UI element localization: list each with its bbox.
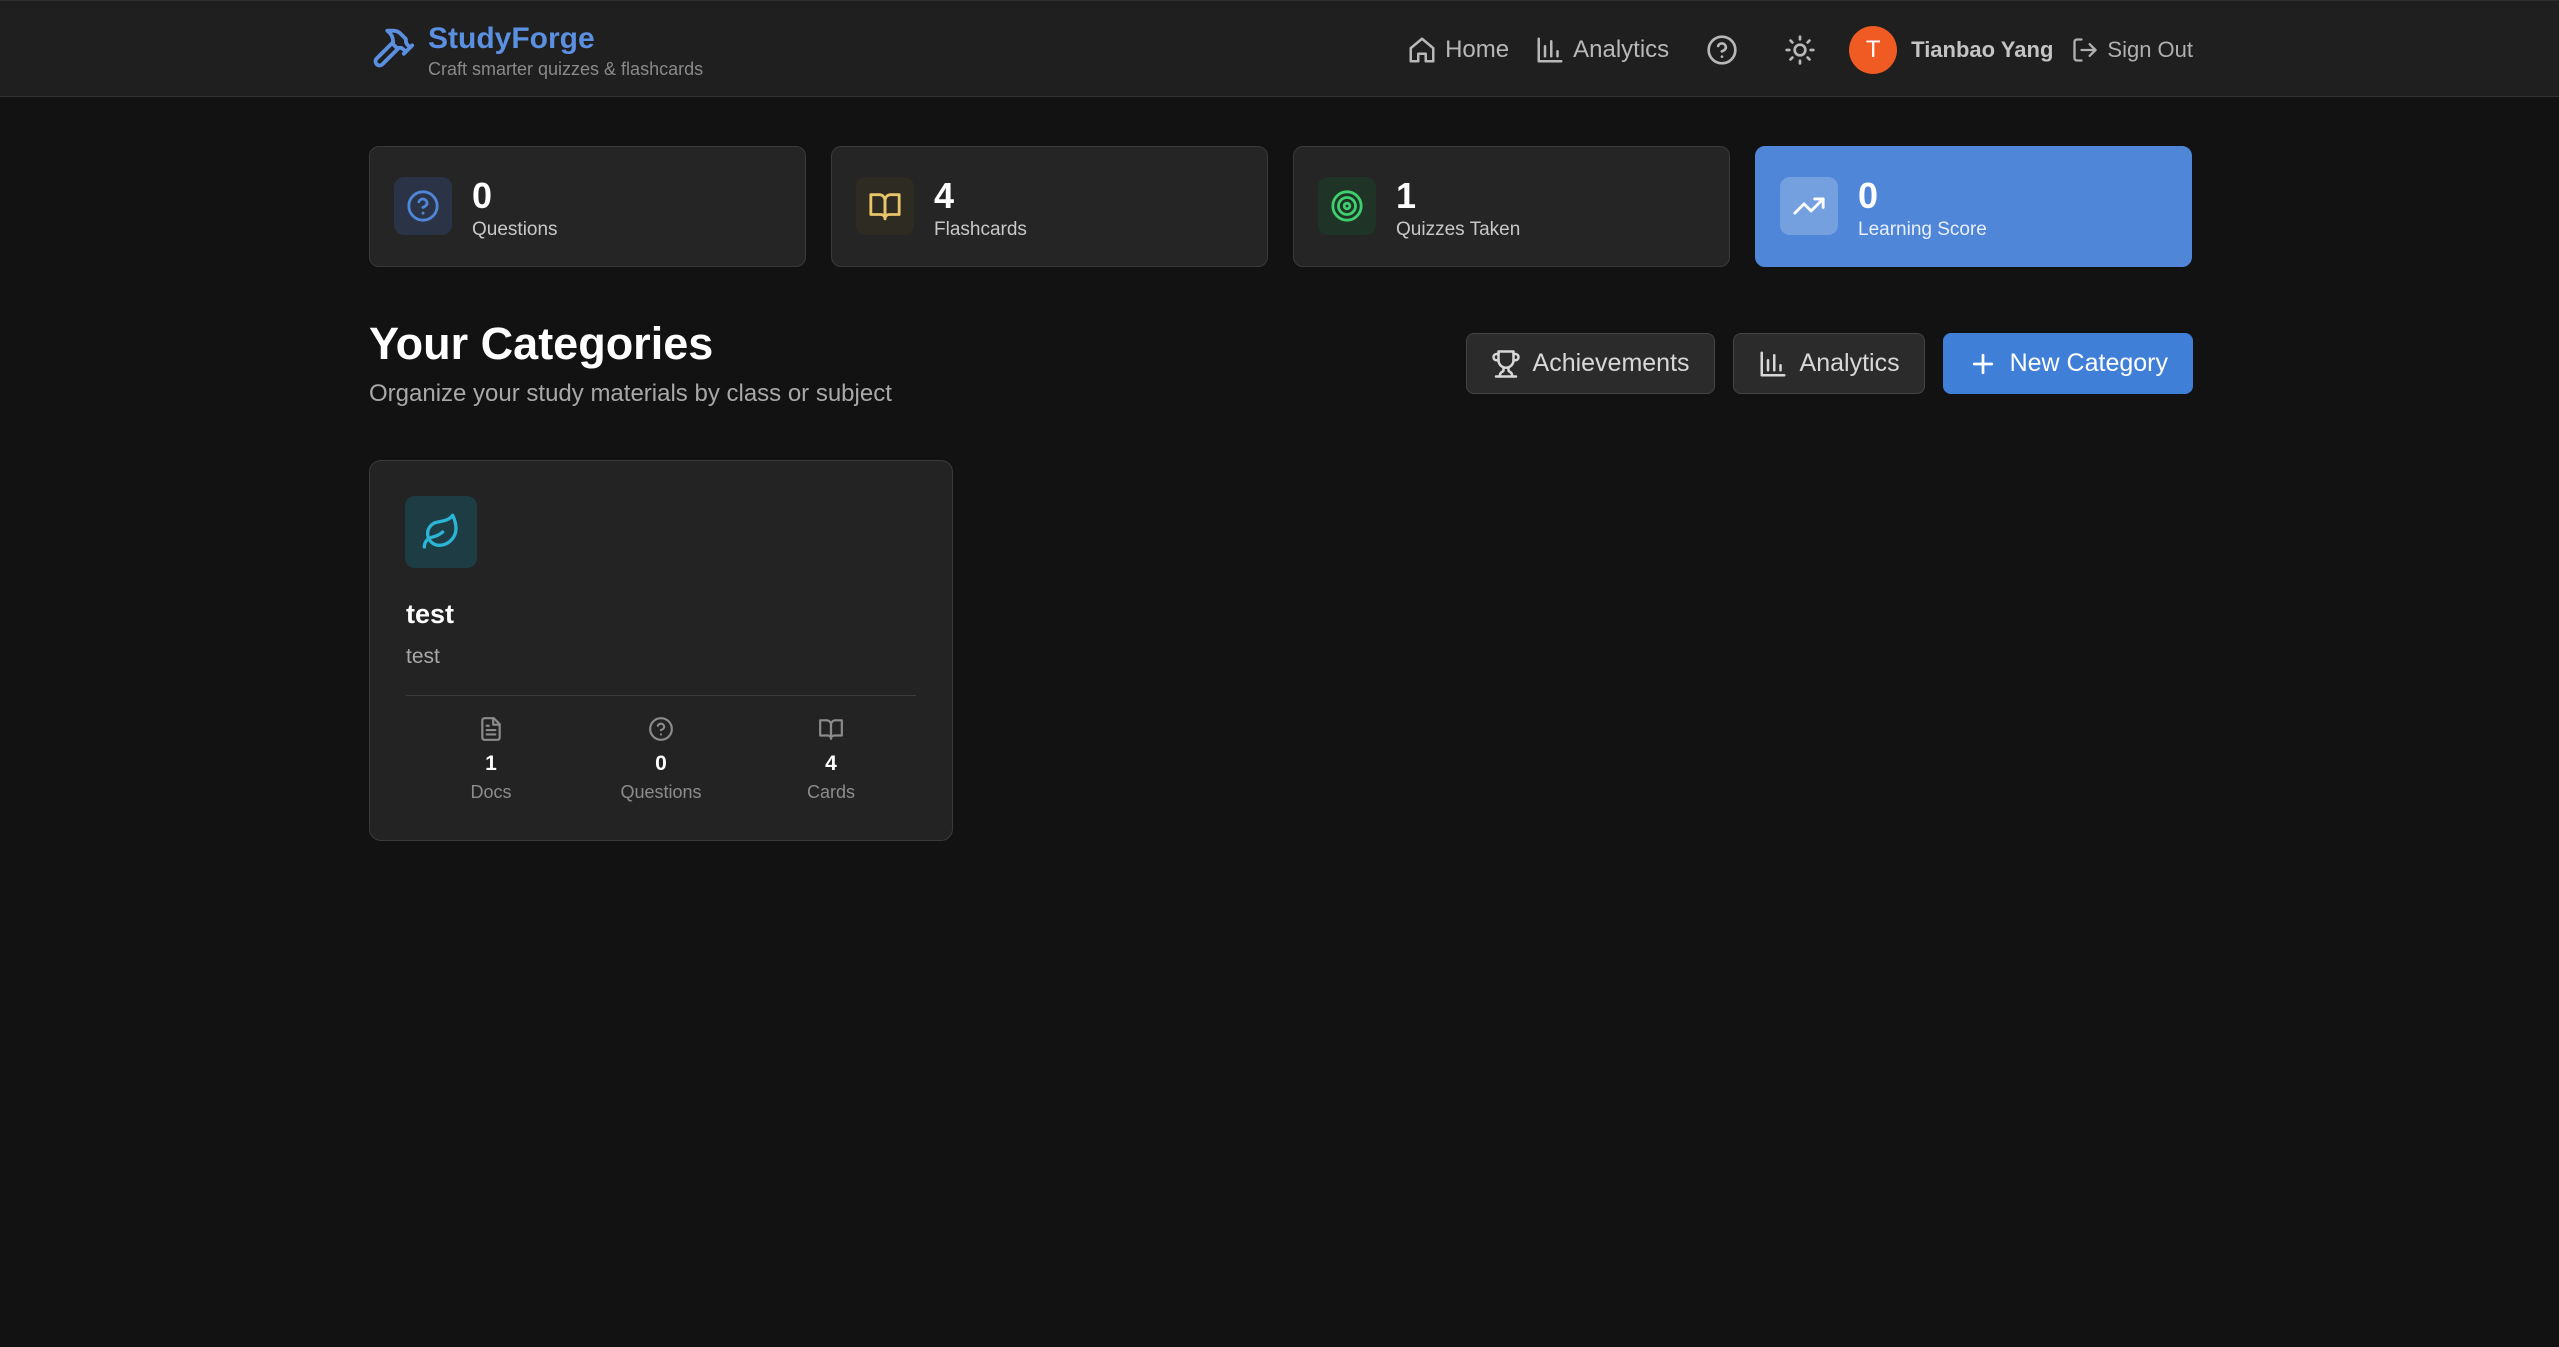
user-avatar[interactable]: T <box>1849 26 1898 74</box>
book-open-icon <box>819 719 843 740</box>
category-card[interactable]: test test 1 Docs 0 Questions 4 Cards <box>369 460 953 841</box>
bar-chart-icon <box>1537 37 1563 63</box>
category-stat-label: Docs <box>470 782 512 802</box>
trophy-icon <box>1491 349 1520 378</box>
trending-up-icon <box>1793 197 1825 215</box>
analytics-label: Analytics <box>1799 349 1900 377</box>
divider <box>406 695 916 696</box>
target-icon <box>1331 190 1363 222</box>
stat-card-questions: 0 Questions <box>369 146 806 267</box>
category-stat-value: 0 <box>655 752 667 775</box>
stat-value: 4 <box>934 175 955 216</box>
hammer-icon <box>373 28 415 68</box>
theme-toggle-button[interactable] <box>1783 33 1817 67</box>
help-button[interactable] <box>1705 33 1739 67</box>
new-category-button[interactable]: New Category <box>1942 333 2193 394</box>
sign-out-button[interactable]: Sign Out <box>2071 36 2193 64</box>
sun-icon <box>1785 35 1815 65</box>
category-description: test <box>406 645 440 668</box>
achievements-button[interactable]: Achievements <box>1465 333 1715 394</box>
book-open-icon <box>869 193 901 221</box>
page-title: Your Categories <box>369 318 714 369</box>
category-stat-cards: 4 Cards <box>756 716 906 803</box>
plus-icon <box>1972 353 1993 374</box>
user-name: Tianbao Yang <box>1911 37 2054 62</box>
top-nav: Home Analytics T Tianbao Yang Sign Out <box>1407 26 2193 74</box>
category-stat-label: Questions <box>620 782 702 802</box>
app-header: StudyForge Craft smarter quizzes & flash… <box>0 0 2559 97</box>
leaf-icon <box>422 513 458 549</box>
category-stat-value: 1 <box>485 752 497 775</box>
home-icon <box>1409 37 1435 63</box>
category-stats: 1 Docs 0 Questions 4 Cards <box>406 716 916 803</box>
nav-analytics-label: Analytics <box>1573 36 1670 63</box>
bar-chart-icon <box>1760 351 1786 376</box>
stat-label: Flashcards <box>934 219 1027 240</box>
help-circle-icon <box>407 190 439 222</box>
stat-value: 0 <box>1858 175 1879 216</box>
stat-value: 0 <box>472 175 493 216</box>
file-text-icon <box>481 717 501 741</box>
category-actions: Achievements Analytics New Category <box>1465 333 2193 394</box>
category-stat-docs: 1 Docs <box>416 716 566 803</box>
page-subtitle: Organize your study materials by class o… <box>369 380 892 407</box>
stats-row: 0 Questions 4 Flashcards 1 Quizzes Taken… <box>369 146 2193 267</box>
stat-label: Quizzes Taken <box>1396 219 1521 240</box>
nav-home-label: Home <box>1445 36 1510 63</box>
category-stat-label: Cards <box>806 782 855 802</box>
help-circle-icon <box>649 717 673 741</box>
brand-title: StudyForge <box>428 22 595 55</box>
stat-card-learning-score: 0 Learning Score <box>1755 146 2192 267</box>
category-stat-questions: 0 Questions <box>586 716 736 803</box>
stat-value: 1 <box>1396 175 1417 216</box>
brand-subtitle: Craft smarter quizzes & flashcards <box>428 59 704 79</box>
brand[interactable]: StudyForge Craft smarter quizzes & flash… <box>370 21 703 81</box>
stat-card-quizzes: 1 Quizzes Taken <box>1293 146 1730 267</box>
log-out-icon <box>2073 38 2098 62</box>
category-name: test <box>406 599 455 629</box>
achievements-label: Achievements <box>1532 349 1690 377</box>
category-stat-value: 4 <box>825 752 837 775</box>
help-circle-icon <box>1707 35 1737 65</box>
new-category-label: New Category <box>2009 349 2168 377</box>
nav-analytics-link[interactable]: Analytics <box>1535 35 1669 65</box>
sign-out-label: Sign Out <box>2107 37 2193 62</box>
analytics-button[interactable]: Analytics <box>1732 333 1925 394</box>
stat-label: Learning Score <box>1858 219 1987 240</box>
stat-label: Questions <box>472 219 558 240</box>
nav-home-link[interactable]: Home <box>1407 35 1509 65</box>
stat-card-flashcards: 4 Flashcards <box>831 146 1268 267</box>
